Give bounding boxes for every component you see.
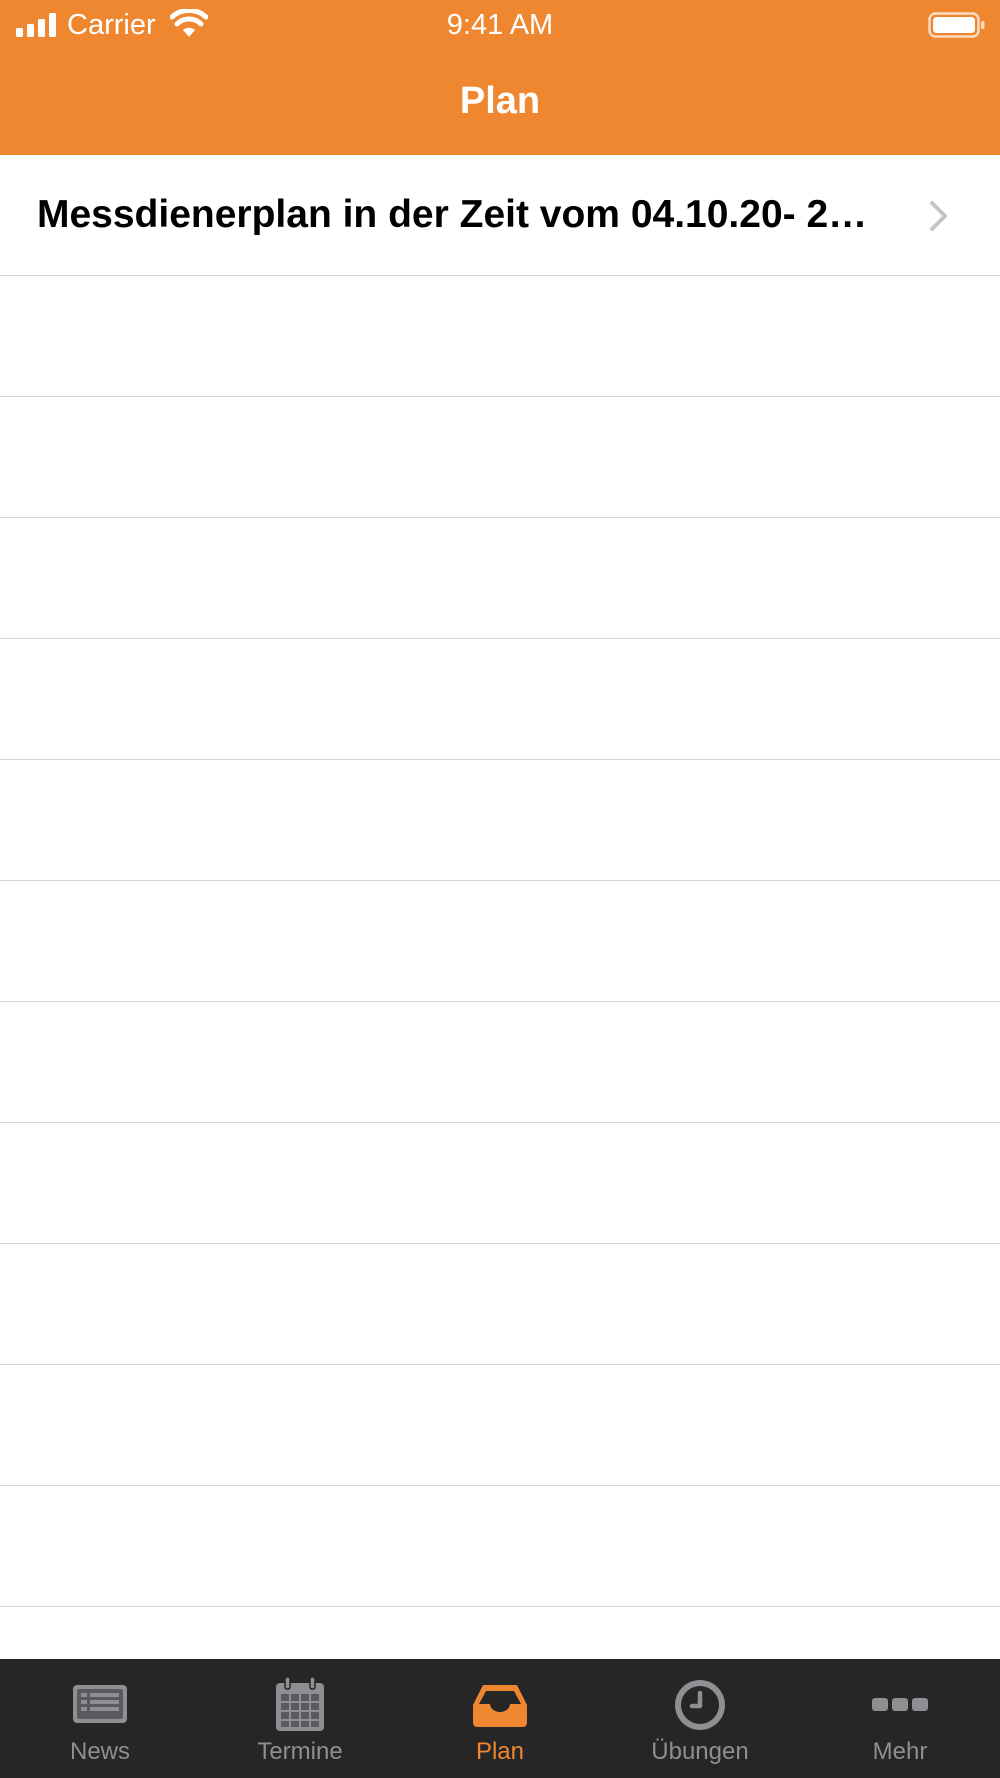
tab-label: Mehr: [872, 1738, 928, 1765]
empty-row: [0, 1365, 1000, 1486]
inbox-tray-icon: [473, 1685, 527, 1727]
empty-row: [0, 518, 1000, 639]
empty-row: [0, 881, 1000, 1002]
tab-mehr[interactable]: Mehr: [800, 1659, 1000, 1778]
empty-row: [0, 760, 1000, 881]
tab-label: Termine: [257, 1738, 343, 1765]
battery-icon: [928, 12, 985, 38]
page-title: Plan: [459, 80, 541, 122]
tab-bar: News Termine Plan Übungen Mehr: [0, 1659, 1000, 1778]
empty-row: [0, 1486, 1000, 1607]
navigation-header: Carrier 9:41 AM Plan: [0, 0, 1000, 155]
tab-label: News: [69, 1738, 130, 1765]
empty-row: [0, 1607, 1000, 1659]
empty-row: [0, 276, 1000, 397]
tab-label: Übungen: [651, 1738, 749, 1765]
clock-icon: [675, 1680, 725, 1730]
tab-uebungen[interactable]: Übungen: [600, 1659, 800, 1778]
status-bar: Carrier 9:41 AM: [0, 0, 1000, 50]
tab-plan[interactable]: Plan: [400, 1659, 600, 1778]
empty-row: [0, 639, 1000, 760]
list-item-title: Messdienerplan in der Zeit vom 04.10.20-…: [37, 193, 868, 236]
plan-list: Messdienerplan in der Zeit vom 04.10.20-…: [0, 155, 1000, 1659]
empty-row: [0, 1002, 1000, 1123]
chevron-right-icon: [930, 201, 947, 231]
tab-news[interactable]: News: [0, 1659, 200, 1778]
list-item[interactable]: Messdienerplan in der Zeit vom 04.10.20-…: [0, 155, 1000, 276]
status-time: 9:41 AM: [446, 9, 554, 41]
news-icon: [73, 1685, 127, 1723]
empty-row: [0, 397, 1000, 518]
tab-label: Plan: [475, 1738, 525, 1765]
tab-termine[interactable]: Termine: [200, 1659, 400, 1778]
empty-row: [0, 1123, 1000, 1244]
empty-row: [0, 1244, 1000, 1365]
calendar-icon: [276, 1676, 324, 1731]
more-dots-icon: [872, 1698, 928, 1711]
